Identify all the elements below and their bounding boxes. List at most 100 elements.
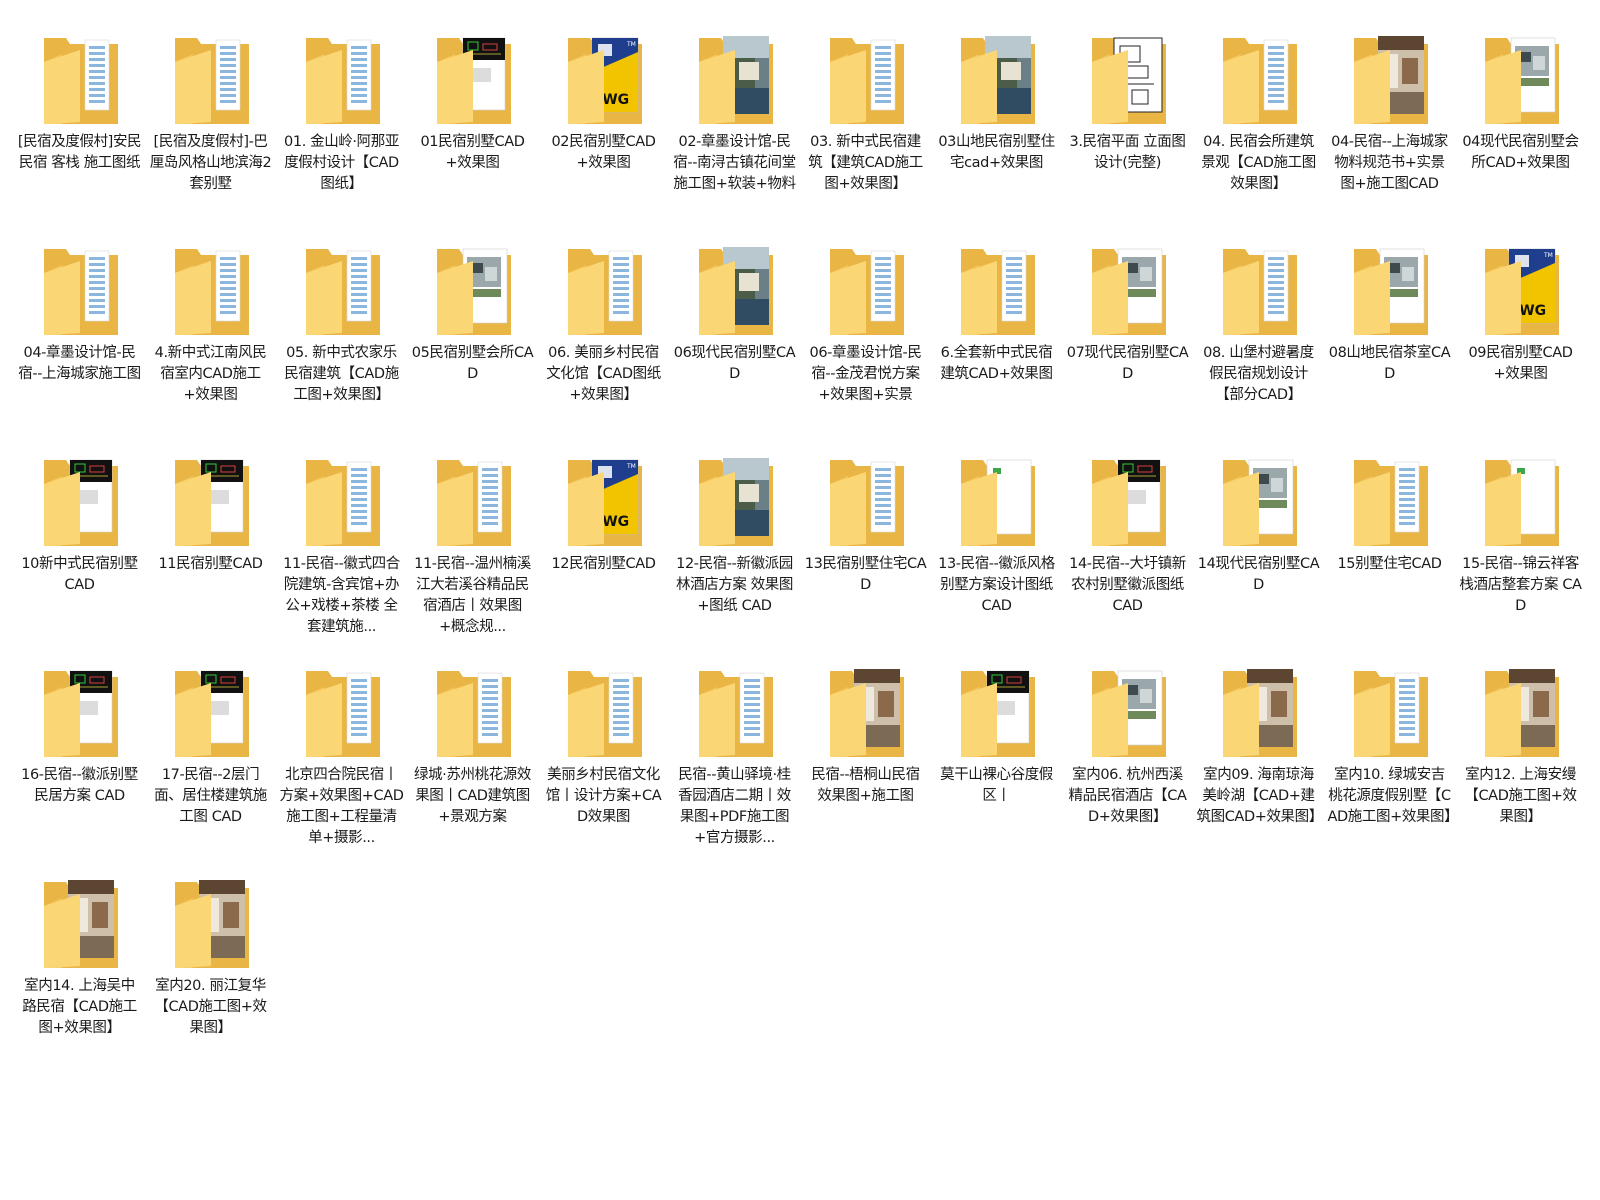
folder-icon[interactable]: [826, 665, 906, 761]
folder-icon[interactable]: [1219, 665, 1299, 761]
folder-item[interactable]: 06. 美丽乡村民宿文化馆【CAD图纸+效果图】: [538, 233, 669, 444]
folder-item[interactable]: 3.民宿平面 立面图设计(完整): [1062, 22, 1193, 233]
folder-icon[interactable]: [1481, 454, 1561, 550]
folder-item[interactable]: 北京四合院民宿丨方案+效果图+CAD施工图+工程量清单+摄影...: [276, 655, 407, 866]
folder-icon[interactable]: [40, 243, 120, 339]
folder-icon[interactable]: [957, 32, 1037, 128]
folder-item[interactable]: 08山地民宿茶室CAD: [1324, 233, 1455, 444]
folder-icon[interactable]: [1088, 665, 1168, 761]
folder-icon[interactable]: [302, 32, 382, 128]
folder-icon[interactable]: [40, 454, 120, 550]
folder-item[interactable]: 06-章墨设计馆-民宿--金茂君悦方案+效果图+实景: [800, 233, 931, 444]
folder-item[interactable]: 10新中式民宿别墅CAD: [14, 444, 145, 655]
folder-icon[interactable]: [564, 665, 644, 761]
folder-icon[interactable]: JWG TM: [1481, 243, 1561, 339]
folder-item[interactable]: 05民宿别墅会所CAD: [407, 233, 538, 444]
folder-item[interactable]: 美丽乡村民宿文化馆丨设计方案+CAD效果图: [538, 655, 669, 866]
folder-item[interactable]: 绿城·苏州桃花源效果图丨CAD建筑图+景观方案: [407, 655, 538, 866]
folder-icon[interactable]: [302, 454, 382, 550]
folder-item[interactable]: 13-民宿--徽派风格别墅方案设计图纸 CAD: [931, 444, 1062, 655]
folder-icon[interactable]: [826, 454, 906, 550]
folder-item[interactable]: 05. 新中式农家乐民宿建筑【CAD施工图+效果图】: [276, 233, 407, 444]
folder-icon[interactable]: [695, 243, 775, 339]
folder-icon[interactable]: [433, 665, 513, 761]
folder-item[interactable]: 15别墅住宅CAD: [1324, 444, 1455, 655]
folder-item[interactable]: 04现代民宿别墅会所CAD+效果图: [1455, 22, 1586, 233]
folder-icon[interactable]: [957, 243, 1037, 339]
folder-item[interactable]: 6.全套新中式民宿建筑CAD+效果图: [931, 233, 1062, 444]
folder-item[interactable]: 11-民宿--徽式四合院建筑-含宾馆+办公+戏楼+茶楼 全套建筑施...: [276, 444, 407, 655]
folder-icon[interactable]: [695, 454, 775, 550]
folder-icon[interactable]: [957, 454, 1037, 550]
folder-icon[interactable]: [40, 665, 120, 761]
folder-item[interactable]: [民宿及度假村]安民民宿 客栈 施工图纸: [14, 22, 145, 233]
folder-item[interactable]: [民宿及度假村]-巴厘岛风格山地滨海2套别墅: [145, 22, 276, 233]
folder-item[interactable]: 08. 山堡村避暑度假民宿规划设计【部分CAD】: [1193, 233, 1324, 444]
folder-item[interactable]: 室内09. 海南琼海美岭湖【CAD+建筑图CAD+效果图】: [1193, 655, 1324, 866]
folder-item[interactable]: 11-民宿--温州楠溪江大若溪谷精品民宿酒店丨效果图+概念规...: [407, 444, 538, 655]
folder-item[interactable]: 03. 新中式民宿建筑【建筑CAD施工图+效果图】: [800, 22, 931, 233]
folder-item[interactable]: JWG TM 12民宿别墅CAD: [538, 444, 669, 655]
folder-icon[interactable]: [433, 32, 513, 128]
folder-item[interactable]: JWG TM 02民宿别墅CAD+效果图: [538, 22, 669, 233]
folder-item[interactable]: 06现代民宿别墅CAD: [669, 233, 800, 444]
folder-icon[interactable]: [433, 243, 513, 339]
folder-item[interactable]: 室内20. 丽江复华【CAD施工图+效果图】: [145, 866, 276, 1077]
folder-item[interactable]: 15-民宿--锦云祥客栈酒店整套方案 CAD: [1455, 444, 1586, 655]
folder-item[interactable]: 莫干山裸心谷度假区丨: [931, 655, 1062, 866]
folder-item[interactable]: 04-民宿--上海城家 物料规范书+实景图+施工图CAD: [1324, 22, 1455, 233]
folder-item[interactable]: 16-民宿--徽派别墅民居方案 CAD: [14, 655, 145, 866]
folder-icon[interactable]: [1219, 243, 1299, 339]
folder-icon[interactable]: JWG TM: [564, 454, 644, 550]
folder-item[interactable]: 民宿--黄山驿境·桂香园酒店二期丨效果图+PDF施工图+官方摄影...: [669, 655, 800, 866]
folder-icon[interactable]: [695, 32, 775, 128]
folder-icon[interactable]: [171, 243, 251, 339]
folder-item[interactable]: 01. 金山岭·阿那亚度假村设计【CAD图纸】: [276, 22, 407, 233]
folder-item[interactable]: JWG TM 09民宿别墅CAD+效果图: [1455, 233, 1586, 444]
folder-icon[interactable]: [1219, 32, 1299, 128]
folder-icon[interactable]: [171, 876, 251, 972]
folder-item[interactable]: 07现代民宿别墅CAD: [1062, 233, 1193, 444]
folder-icon[interactable]: [1350, 665, 1430, 761]
folder-icon[interactable]: [564, 243, 644, 339]
folder-icon[interactable]: [826, 243, 906, 339]
folder-icon[interactable]: [40, 32, 120, 128]
folder-item[interactable]: 17-民宿--2层门面、居住楼建筑施工图 CAD: [145, 655, 276, 866]
folder-item[interactable]: 14-民宿--大圩镇新农村别墅徽派图纸 CAD: [1062, 444, 1193, 655]
folder-item[interactable]: 11民宿别墅CAD: [145, 444, 276, 655]
folder-item[interactable]: 室内14. 上海吴中路民宿【CAD施工图+效果图】: [14, 866, 145, 1077]
folder-item[interactable]: 民宿--梧桐山民宿 效果图+施工图: [800, 655, 931, 866]
folder-item[interactable]: 12-民宿--新徽派园林酒店方案 效果图+图纸 CAD: [669, 444, 800, 655]
folder-item[interactable]: 室内12. 上海安缦【CAD施工图+效果图】: [1455, 655, 1586, 866]
folder-item[interactable]: 04. 民宿会所建筑景观【CAD施工图效果图】: [1193, 22, 1324, 233]
folder-icon[interactable]: [433, 454, 513, 550]
folder-icon[interactable]: [40, 876, 120, 972]
folder-item[interactable]: 室内10. 绿城安吉桃花源度假别墅【CAD施工图+效果图】: [1324, 655, 1459, 866]
folder-item[interactable]: 02-章墨设计馆-民宿--南浔古镇花间堂 施工图+软装+物料: [669, 22, 800, 233]
folder-icon[interactable]: [171, 665, 251, 761]
folder-icon[interactable]: [1350, 454, 1430, 550]
folder-icon[interactable]: [1219, 454, 1299, 550]
folder-item[interactable]: 14现代民宿别墅CAD: [1193, 444, 1324, 655]
folder-icon[interactable]: [957, 665, 1037, 761]
folder-icon[interactable]: [1088, 32, 1168, 128]
folder-item[interactable]: 01民宿别墅CAD+效果图: [407, 22, 538, 233]
folder-icon[interactable]: [302, 665, 382, 761]
folder-icon[interactable]: [171, 32, 251, 128]
folder-icon[interactable]: [1350, 32, 1430, 128]
folder-icon[interactable]: [695, 665, 775, 761]
folder-icon[interactable]: [1350, 243, 1430, 339]
folder-item[interactable]: 04-章墨设计馆-民宿--上海城家施工图: [14, 233, 145, 444]
folder-icon[interactable]: [171, 454, 251, 550]
folder-item[interactable]: 03山地民宿别墅住宅cad+效果图: [931, 22, 1062, 233]
folder-icon[interactable]: [302, 243, 382, 339]
folder-icon[interactable]: JWG TM: [564, 32, 644, 128]
folder-item[interactable]: 室内06. 杭州西溪精品民宿酒店【CAD+效果图】: [1062, 655, 1193, 866]
folder-icon[interactable]: [1088, 454, 1168, 550]
folder-icon[interactable]: [1481, 32, 1561, 128]
folder-icon[interactable]: [826, 32, 906, 128]
folder-item[interactable]: 4.新中式江南风民宿室内CAD施工+效果图: [145, 233, 276, 444]
folder-icon[interactable]: [1481, 665, 1561, 761]
folder-icon[interactable]: [1088, 243, 1168, 339]
folder-item[interactable]: 13民宿别墅住宅CAD: [800, 444, 931, 655]
